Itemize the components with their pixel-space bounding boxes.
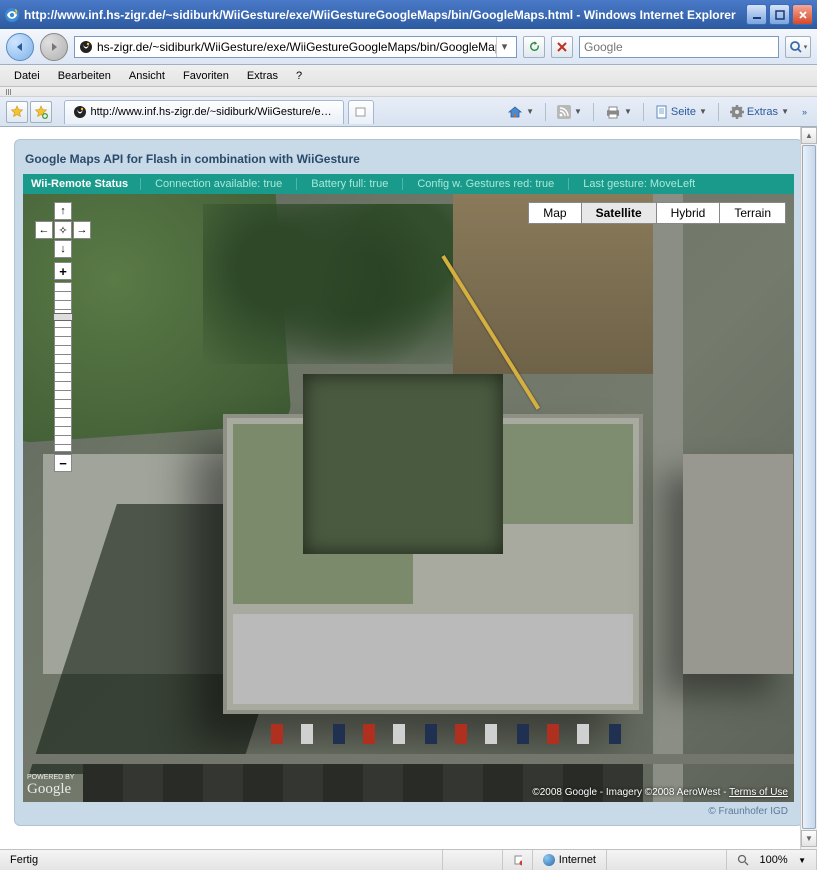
footer-attribution: © Fraunhofer IGD — [23, 802, 794, 817]
ie-icon — [4, 7, 20, 23]
refresh-button[interactable] — [523, 36, 545, 58]
wii-status-bar: Wii-Remote Status Connection available: … — [23, 174, 794, 194]
search-input[interactable] — [584, 40, 774, 54]
map-canvas[interactable]: ↑ ← ✧ → ↓ + − Map — [23, 194, 794, 802]
pan-up-button[interactable]: ↑ — [54, 202, 72, 220]
terms-link[interactable]: Terms of Use — [729, 787, 788, 798]
print-icon — [605, 105, 621, 119]
wii-battery: Battery full: true — [296, 178, 402, 190]
menu-favoriten[interactable]: Favoriten — [175, 68, 237, 84]
zoom-out-button[interactable]: − — [54, 454, 72, 472]
tools-menu-button[interactable]: Extras▼ — [723, 101, 796, 123]
back-button[interactable] — [6, 33, 34, 61]
browser-tab[interactable]: http://www.inf.hs-zigr.de/~sidiburk/WiiG… — [64, 100, 344, 124]
menu-bearbeiten[interactable]: Bearbeiten — [50, 68, 119, 84]
wii-gesture: Last gesture: MoveLeft — [568, 178, 709, 190]
minimize-button[interactable] — [746, 4, 767, 25]
address-bar[interactable]: ▾ — [74, 36, 517, 58]
protected-mode-icon — [513, 854, 522, 866]
tab-bar: http://www.inf.hs-zigr.de/~sidiburk/WiiG… — [0, 97, 817, 127]
feeds-button[interactable]: ▼ — [550, 101, 589, 123]
tab-title: http://www.inf.hs-zigr.de/~sidiburk/WiiG… — [90, 106, 335, 118]
maximize-button[interactable] — [769, 4, 790, 25]
print-button[interactable]: ▼ — [598, 101, 639, 123]
maptype-terrain[interactable]: Terrain — [720, 203, 785, 223]
zoom-slider[interactable] — [54, 282, 72, 452]
gear-icon — [730, 105, 744, 119]
maptype-map[interactable]: Map — [529, 203, 581, 223]
nav-toolbar: ▾ ▾ — [0, 29, 817, 65]
zoom-icon — [737, 854, 749, 866]
zoom-in-button[interactable]: + — [54, 262, 72, 280]
url-dropdown[interactable]: ▾ — [496, 37, 512, 57]
window-title: http://www.inf.hs-zigr.de/~sidiburk/WiiG… — [24, 8, 746, 22]
map-copyright: ©2008 Google - Imagery ©2008 AeroWest - … — [532, 787, 788, 798]
menu-extras[interactable]: Extras — [239, 68, 286, 84]
forward-button[interactable] — [40, 33, 68, 61]
pan-down-button[interactable]: ↓ — [54, 240, 72, 258]
security-zone[interactable]: Internet — [533, 850, 607, 870]
home-icon — [507, 105, 523, 119]
toolbar-chevron[interactable]: » — [798, 101, 811, 123]
search-button[interactable]: ▾ — [785, 36, 811, 58]
add-favorite-button[interactable] — [30, 101, 52, 123]
google-logo: POWERED BY Google — [27, 774, 74, 798]
url-input[interactable] — [97, 40, 496, 54]
pan-right-button[interactable]: → — [73, 221, 91, 239]
scroll-up-button[interactable]: ▲ — [801, 127, 817, 144]
page-icon — [655, 105, 668, 119]
map-controls: ↑ ← ✧ → ↓ + − — [35, 202, 91, 474]
menu-ansicht[interactable]: Ansicht — [121, 68, 173, 84]
menu-bar: Datei Bearbeiten Ansicht Favoriten Extra… — [0, 65, 817, 87]
toolbar-separator — [0, 87, 817, 97]
close-button[interactable] — [792, 4, 813, 25]
wii-connection: Connection available: true — [140, 178, 296, 190]
blank-page-icon — [355, 107, 367, 117]
tab-favicon — [73, 105, 86, 119]
window-titlebar: http://www.inf.hs-zigr.de/~sidiburk/WiiG… — [0, 0, 817, 29]
content-area: Google Maps API for Flash in combination… — [0, 127, 817, 849]
scroll-thumb[interactable] — [802, 145, 816, 829]
page-title: Google Maps API for Flash in combination… — [23, 148, 794, 174]
new-tab-button[interactable] — [348, 100, 374, 124]
wii-status-label: Wii-Remote Status — [31, 178, 128, 190]
vertical-scrollbar[interactable]: ▲ ▼ — [800, 127, 817, 849]
menu-help[interactable]: ? — [288, 68, 310, 84]
wii-config: Config w. Gestures red: true — [402, 178, 568, 190]
page-menu-button[interactable]: Seite▼ — [648, 101, 714, 123]
search-box[interactable] — [579, 36, 779, 58]
globe-icon — [543, 854, 555, 866]
favorites-star-button[interactable] — [6, 101, 28, 123]
page-favicon — [79, 40, 93, 54]
satellite-imagery — [23, 194, 794, 802]
pan-reset-button[interactable]: ✧ — [54, 221, 72, 239]
app-panel: Google Maps API for Flash in combination… — [14, 139, 803, 826]
zoom-control[interactable]: 100%▼ — [727, 850, 817, 870]
pan-left-button[interactable]: ← — [35, 221, 53, 239]
stop-button[interactable] — [551, 36, 573, 58]
menu-datei[interactable]: Datei — [6, 68, 48, 84]
home-button[interactable]: ▼ — [500, 101, 541, 123]
zoom-thumb[interactable] — [53, 313, 73, 321]
map-type-control: Map Satellite Hybrid Terrain — [528, 202, 786, 224]
status-ready: Fertig — [0, 850, 443, 870]
maptype-hybrid[interactable]: Hybrid — [657, 203, 721, 223]
rss-icon — [557, 105, 571, 119]
scroll-down-button[interactable]: ▼ — [801, 830, 817, 847]
maptype-satellite[interactable]: Satellite — [582, 203, 657, 223]
